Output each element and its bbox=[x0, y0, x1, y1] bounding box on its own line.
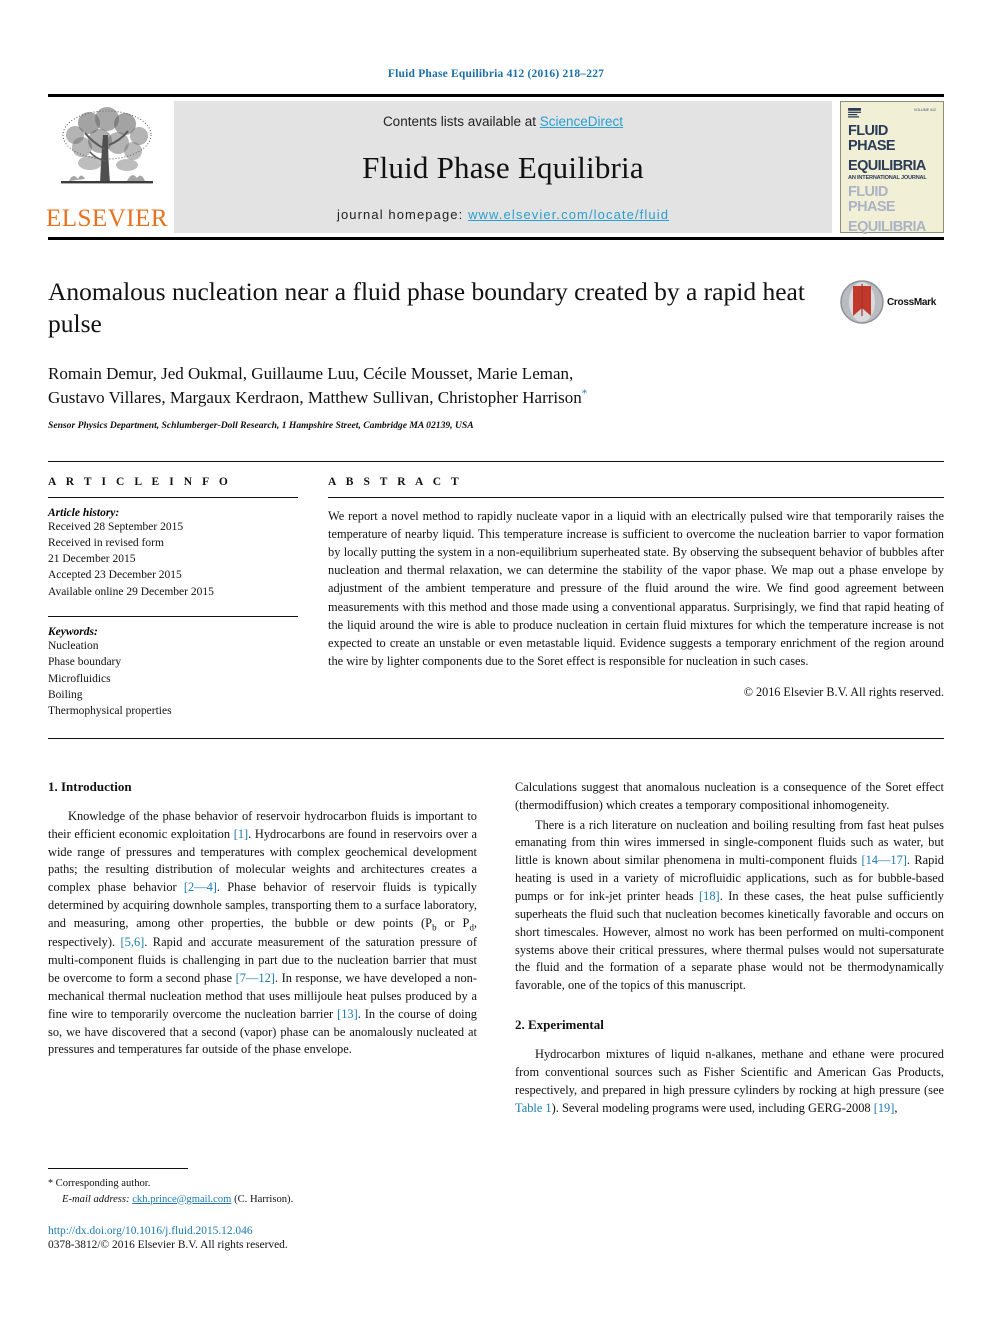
keyword-item: Phase boundary bbox=[48, 656, 122, 669]
article-history-item: 21 December 2015 bbox=[48, 553, 136, 566]
article-info-column: A R T I C L E I N F O Article history: R… bbox=[48, 476, 298, 720]
authors-line-2: Gustavo Villares, Margaux Kerdraon, Matt… bbox=[48, 386, 848, 410]
authors-line-1: Romain Demur, Jed Oukmal, Guillaume Luu,… bbox=[48, 364, 574, 384]
citation-link-7[interactable]: [18] bbox=[699, 889, 720, 903]
issn-copyright-line: 0378-3812/© 2016 Elsevier B.V. All right… bbox=[48, 1238, 288, 1251]
homepage-prefix: journal homepage: bbox=[336, 207, 469, 222]
journal-homepage-line: journal homepage: www.elsevier.com/locat… bbox=[337, 207, 669, 222]
affiliation: Sensor Physics Department, Schlumberger-… bbox=[48, 419, 474, 431]
article-history-item: Received in revised form bbox=[48, 536, 164, 549]
journal-title: Fluid Phase Equilibria bbox=[362, 150, 644, 185]
abstract-copyright: © 2016 Elsevier B.V. All rights reserved… bbox=[743, 684, 944, 699]
right-paragraph-1: Calculations suggest that anomalous nucl… bbox=[515, 779, 944, 812]
email-label: E-mail address: bbox=[62, 1193, 130, 1205]
running-head: Fluid Phase Equilibria 412 (2016) 218–22… bbox=[387, 68, 605, 80]
keyword-item: Thermophysical properties bbox=[48, 705, 172, 718]
abstract-rule bbox=[328, 496, 944, 498]
citation-link-8[interactable]: [19] bbox=[874, 1101, 895, 1115]
citation-link-1[interactable]: [1] bbox=[234, 827, 248, 841]
authors-line-2-text: Gustavo Villares, Margaux Kerdraon, Matt… bbox=[48, 388, 582, 408]
info-abstract-bottom-rule bbox=[48, 737, 944, 739]
citation-link-4[interactable]: [7—12] bbox=[236, 971, 275, 985]
citation-link-2[interactable]: [2—4] bbox=[184, 880, 217, 894]
keywords-title: Keywords: bbox=[48, 626, 98, 639]
cover-subtitle: AN INTERNATIONAL JOURNAL bbox=[848, 175, 927, 182]
experimental-paragraph-1: Hydrocarbon mixtures of liquid n-alkanes… bbox=[515, 1046, 944, 1117]
crossmark-icon bbox=[840, 280, 884, 324]
article-history-title: Article history: bbox=[48, 506, 120, 519]
article-history-item: Received 28 September 2015 bbox=[48, 520, 184, 533]
citation-link-5[interactable]: [13] bbox=[337, 1007, 358, 1021]
info-abstract-region: A R T I C L E I N F O Article history: R… bbox=[48, 460, 944, 720]
article-page: Fluid Phase Equilibria 412 (2016) 218–22… bbox=[0, 0, 992, 1323]
keyword-item: Nucleation bbox=[48, 640, 99, 653]
footnote-rule bbox=[48, 1168, 188, 1169]
title-block: Anomalous nucleation near a fluid phase … bbox=[48, 276, 944, 431]
keywords-rule bbox=[48, 616, 298, 618]
section-heading-introduction: 1. Introduction bbox=[48, 778, 132, 794]
journal-cover-thumbnail: VOLUME 412 FLUID PHASE EQUILIBRIA AN INT… bbox=[840, 101, 944, 235]
intro-paragraph-1: Knowledge of the phase behavior of reser… bbox=[48, 808, 477, 1059]
doi-link[interactable]: http://dx.doi.org/10.1016/j.fluid.2015.1… bbox=[48, 1225, 493, 1237]
exp-text-b: ). Several modeling programs were used, … bbox=[551, 1100, 874, 1115]
keywords-block: Keywords: Nucleation Phase boundary Micr… bbox=[48, 626, 298, 720]
cover-title-line2: EQUILIBRIA bbox=[848, 158, 926, 175]
keyword-item: Boiling bbox=[48, 689, 83, 702]
section-heading-experimental: 2. Experimental bbox=[515, 1017, 604, 1033]
journal-masthead: ELSEVIER Contents lists available at Sci… bbox=[45, 94, 944, 240]
cover-title-line1: FLUID PHASE bbox=[848, 123, 896, 155]
footnote-star: * bbox=[48, 1178, 53, 1189]
cover-elsevier-icon bbox=[848, 108, 861, 118]
corresponding-author-note: * Corresponding author. bbox=[48, 1176, 493, 1192]
keyword-item: Microfluidics bbox=[48, 672, 111, 685]
elsevier-logo: ELSEVIER bbox=[45, 101, 169, 233]
abstract-column: A B S T R A C T We report a novel method… bbox=[328, 476, 944, 720]
cover-volume-label: VOLUME 412 bbox=[913, 108, 936, 112]
corresponding-author-text: Corresponding author. bbox=[55, 1178, 151, 1189]
exp-text-c: , bbox=[894, 1100, 898, 1115]
article-history-item: Available online 29 December 2015 bbox=[48, 585, 214, 598]
contents-lists-line: Contents lists available at ScienceDirec… bbox=[383, 114, 623, 129]
citation-link-6[interactable]: [14—17] bbox=[861, 853, 906, 867]
contents-prefix: Contents lists available at bbox=[382, 114, 540, 129]
crossmark-badge[interactable]: CrossMark bbox=[840, 278, 944, 326]
article-info-heading: A R T I C L E I N F O bbox=[48, 475, 232, 488]
author-list: Romain Demur, Jed Oukmal, Guillaume Luu,… bbox=[48, 362, 848, 410]
cover-top-row: VOLUME 412 bbox=[848, 108, 936, 119]
journal-homepage-link[interactable]: www.elsevier.com/locate/fluid bbox=[468, 207, 669, 222]
elsevier-wordmark: ELSEVIER bbox=[45, 205, 169, 232]
masthead-center-band: Contents lists available at ScienceDirec… bbox=[174, 101, 832, 233]
citation-link-3[interactable]: [5,6] bbox=[121, 935, 145, 949]
right-text-c: . In these cases, the heat pulse suffici… bbox=[515, 888, 945, 993]
sciencedirect-link[interactable]: ScienceDirect bbox=[540, 114, 623, 129]
abstract-text: We report a novel method to rapidly nucl… bbox=[328, 508, 944, 669]
page-title: Anomalous nucleation near a fluid phase … bbox=[48, 277, 805, 339]
article-history-item: Accepted 23 December 2015 bbox=[48, 569, 182, 582]
email-suffix: (C. Harrison). bbox=[234, 1193, 294, 1205]
cover-title-line3: FLUID PHASE bbox=[848, 184, 896, 216]
email-note: E-mail address: ckh.prince@gmail.com (C.… bbox=[48, 1192, 493, 1207]
exp-text-a: Hydrocarbon mixtures of liquid n-alkanes… bbox=[515, 1047, 944, 1097]
intro-text-d: or P bbox=[436, 915, 470, 930]
crossmark-label: CrossMark bbox=[887, 296, 936, 308]
corresponding-author-marker[interactable]: * bbox=[582, 388, 588, 400]
email-link[interactable]: ckh.prince@gmail.com bbox=[132, 1194, 231, 1205]
abstract-heading: A B S T R A C T bbox=[328, 475, 463, 488]
body-column-right: Calculations suggest that anomalous nucl… bbox=[515, 779, 944, 1249]
elsevier-tree-icon bbox=[61, 107, 153, 184]
page-footer: * Corresponding author. E-mail address: … bbox=[48, 1168, 493, 1251]
cover-title-line4: EQUILIBRIA bbox=[848, 218, 926, 235]
article-info-rule bbox=[48, 496, 298, 498]
table-1-link[interactable]: Table 1 bbox=[515, 1101, 552, 1115]
right-paragraph-2: There is a rich literature on nucleation… bbox=[515, 817, 944, 996]
